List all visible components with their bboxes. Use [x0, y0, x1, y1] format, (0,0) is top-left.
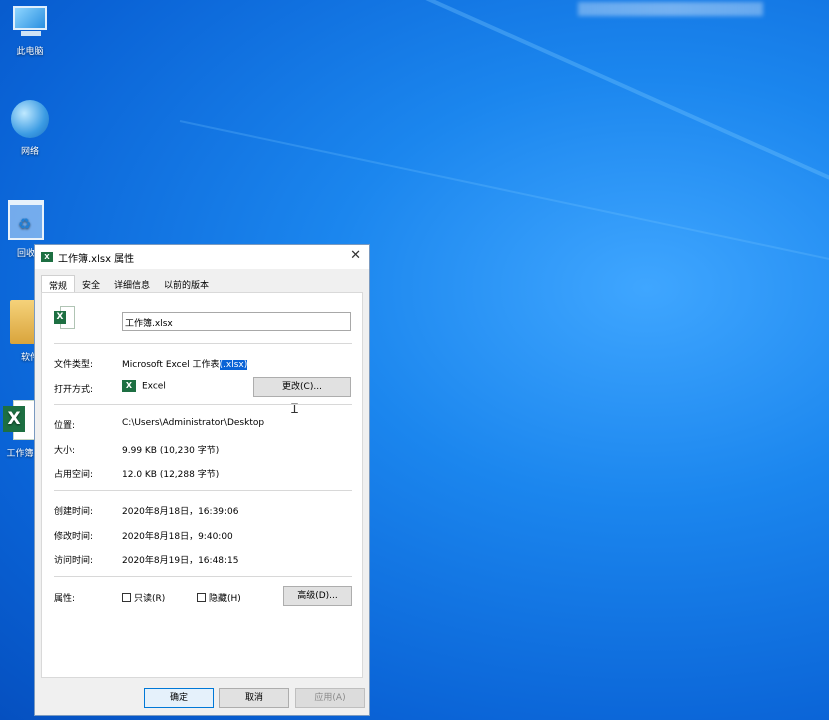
created-label: 创建时间: — [54, 507, 94, 517]
cancel-button[interactable]: 取消 — [219, 688, 289, 708]
modified-value: 2020年8月18日，9:40:00 — [122, 532, 233, 542]
computer-icon — [9, 6, 51, 38]
excel-icon: X — [41, 252, 53, 262]
hidden-checkbox[interactable]: 隐藏(H) — [197, 591, 241, 604]
accessed-label: 访问时间: — [54, 556, 94, 566]
file-type-label: 文件类型: — [54, 360, 94, 370]
separator — [54, 404, 352, 405]
checkbox-box[interactable] — [197, 593, 206, 602]
disk-size-label: 占用空间: — [54, 470, 94, 480]
disk-size-value: 12.0 KB (12,288 字节) — [122, 470, 220, 480]
readonly-checkbox[interactable]: 只读(R) — [122, 591, 165, 604]
tab-general[interactable]: 常规 — [41, 275, 76, 293]
network-icon — [11, 100, 49, 138]
desktop-icon-this-pc[interactable]: 此电脑 — [0, 6, 60, 57]
excel-icon: X — [122, 380, 136, 392]
change-button[interactable]: 更改(C)... — [253, 377, 351, 397]
tab-security[interactable]: 安全 — [75, 275, 107, 293]
title-bar[interactable]: X 工作簿.xlsx 属性 ✕ — [35, 245, 369, 269]
accessed-value: 2020年8月19日，16:48:15 — [122, 556, 239, 566]
desktop-icon-label: 此电脑 — [16, 47, 44, 57]
size-value: 9.99 KB (10,230 字节) — [122, 446, 220, 456]
open-with-app: Excel — [142, 381, 166, 392]
advanced-button[interactable]: 高级(D)... — [283, 586, 352, 606]
file-name-input[interactable]: 工作簿.xlsx — [122, 312, 351, 331]
location-value: C:\Users\Administrator\Desktop — [122, 418, 265, 428]
excel-file-icon: X — [54, 306, 76, 330]
modified-label: 修改时间: — [54, 532, 94, 542]
desktop-icon-network[interactable]: 网络 — [0, 100, 60, 157]
ok-button[interactable]: 确定 — [144, 688, 214, 708]
properties-dialog: X 工作簿.xlsx 属性 ✕ 常规 安全 详细信息 以前的版本 X 工作簿.x… — [34, 244, 370, 716]
readonly-label: 只读(R) — [134, 594, 166, 604]
apply-button[interactable]: 应用(A) — [295, 688, 365, 708]
text-cursor-icon: Ｉ — [288, 402, 302, 417]
excel-file-icon: X — [3, 400, 37, 440]
general-panel: X 工作簿.xlsx 文件类型: Microsoft Excel 工作表(.xl… — [41, 292, 363, 678]
attributes-label: 属性: — [54, 594, 76, 604]
desktop-icon-label: 网络 — [20, 147, 39, 157]
checkbox-box[interactable] — [122, 593, 131, 602]
tab-bar: 常规 安全 详细信息 以前的版本 — [41, 275, 216, 293]
file-type-text: Microsoft Excel 工作表 — [122, 360, 220, 370]
tab-previous-versions[interactable]: 以前的版本 — [157, 275, 216, 293]
dialog-title: 工作簿.xlsx 属性 — [58, 253, 135, 265]
open-with-value: X Excel — [122, 380, 166, 392]
separator — [54, 490, 352, 491]
open-with-label: 打开方式: — [54, 385, 94, 395]
file-type-selected-text[interactable]: (.xlsx) — [219, 360, 248, 370]
size-label: 大小: — [54, 446, 76, 456]
recycle-bin-icon: ♻ — [8, 200, 44, 240]
wallpaper-beam — [299, 0, 829, 229]
hidden-label: 隐藏(H) — [209, 594, 241, 604]
close-button[interactable]: ✕ — [350, 248, 361, 263]
blurred-region — [578, 2, 763, 16]
created-value: 2020年8月18日，16:39:06 — [122, 507, 239, 517]
location-label: 位置: — [54, 421, 76, 431]
tab-details[interactable]: 详细信息 — [107, 275, 157, 293]
separator — [54, 576, 352, 577]
separator — [54, 343, 352, 344]
file-type-value: Microsoft Excel 工作表(.xlsx) — [122, 357, 248, 370]
